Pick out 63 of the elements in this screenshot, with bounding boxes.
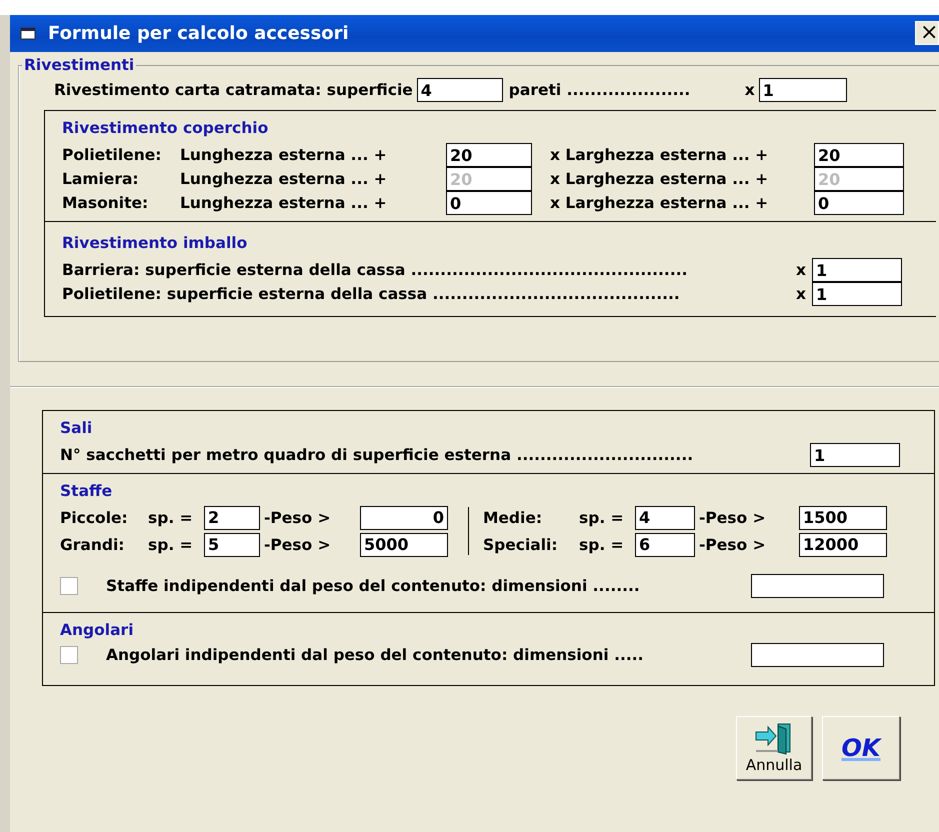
input-field[interactable] bbox=[751, 643, 884, 667]
field-label: sp. = bbox=[579, 536, 625, 554]
field-label: -Peso > bbox=[699, 508, 767, 526]
input-field[interactable]: 5000 bbox=[360, 532, 448, 556]
input-field[interactable]: 1 bbox=[810, 443, 900, 467]
section-title: Staffe bbox=[60, 482, 114, 500]
field-label: -Peso > bbox=[264, 536, 332, 554]
input-field[interactable]: 0 bbox=[360, 506, 448, 530]
field-label: x Larghezza esterna ... + bbox=[550, 194, 770, 212]
input-field[interactable]: 1500 bbox=[799, 506, 887, 530]
input-field[interactable]: 0 bbox=[814, 191, 904, 215]
field-label: pareti ..................... bbox=[508, 81, 692, 99]
field-label: x Larghezza esterna ... + bbox=[550, 146, 770, 164]
input-field[interactable]: 2 bbox=[204, 506, 260, 530]
section-title: Rivestimento coperchio bbox=[62, 119, 270, 137]
field-label: sp. = bbox=[148, 508, 194, 526]
input-field[interactable]: 5 bbox=[204, 532, 260, 556]
section-title: Sali bbox=[60, 419, 94, 437]
field-label: N° sacchetti per metro quadro di superficie esterna .............................. bbox=[60, 446, 694, 464]
group-title: Rivestimenti bbox=[23, 56, 136, 74]
checkbox[interactable] bbox=[60, 577, 78, 595]
field-label: x bbox=[744, 81, 756, 99]
field-label: Masonite: bbox=[62, 194, 150, 212]
field-label: x bbox=[796, 261, 807, 279]
field-label: Rivestimento carta catramata: superficie bbox=[54, 81, 413, 99]
input-field[interactable]: 12000 bbox=[799, 532, 887, 556]
input-field[interactable]: 0 bbox=[446, 191, 532, 215]
field-label: Lunghezza esterna ... + bbox=[180, 146, 388, 164]
input-field[interactable]: 6 bbox=[635, 532, 695, 556]
field-label: Medie: bbox=[483, 508, 544, 526]
cancel-button[interactable]: Annulla bbox=[736, 716, 812, 780]
input-field[interactable] bbox=[751, 574, 884, 598]
field-label: Polietilene: superficie esterna della cassa .......................................... bbox=[62, 285, 681, 303]
input-field[interactable]: 4 bbox=[635, 506, 695, 530]
field-label: Grandi: bbox=[60, 536, 126, 554]
close-button[interactable]: × bbox=[915, 21, 939, 45]
window-title: Formule per calcolo accessori bbox=[48, 23, 349, 44]
field-label: Staffe indipendenti dal peso del contenuto: dimensioni ........ bbox=[106, 577, 641, 595]
field-label: Lamiera: bbox=[62, 170, 140, 188]
section-title: Rivestimento imballo bbox=[62, 234, 248, 252]
field-label: Lunghezza esterna ... + bbox=[180, 170, 388, 188]
field-label: Lunghezza esterna ... + bbox=[180, 194, 388, 212]
input-field[interactable]: 20 bbox=[814, 143, 904, 167]
field-label: Angolari indipendenti dal peso del contenuto: dimensioni ..... bbox=[106, 646, 645, 664]
field-label: Polietilene: bbox=[62, 146, 162, 164]
checkbox[interactable] bbox=[60, 646, 78, 664]
input-field[interactable]: 1 bbox=[812, 282, 902, 306]
window-icon bbox=[20, 26, 38, 42]
input-field[interactable]: 20 bbox=[446, 143, 532, 167]
input-field[interactable]: 4 bbox=[416, 78, 503, 102]
field-label: sp. = bbox=[579, 508, 625, 526]
input-field[interactable]: 1 bbox=[758, 78, 847, 102]
field-label: -Peso > bbox=[264, 508, 332, 526]
input-field[interactable]: 1 bbox=[812, 258, 902, 282]
field-label: Speciali: bbox=[483, 536, 559, 554]
field-label: x Larghezza esterna ... + bbox=[550, 170, 770, 188]
field-label: Barriera: superficie esterna della cassa ............................................... bbox=[62, 261, 688, 279]
field-label: -Peso > bbox=[699, 536, 767, 554]
field-label: x bbox=[796, 285, 807, 303]
ok-button[interactable]: OK bbox=[822, 716, 900, 780]
field-label: sp. = bbox=[148, 536, 194, 554]
section-title: Angolari bbox=[60, 621, 135, 639]
field-label: Piccole: bbox=[60, 508, 129, 526]
